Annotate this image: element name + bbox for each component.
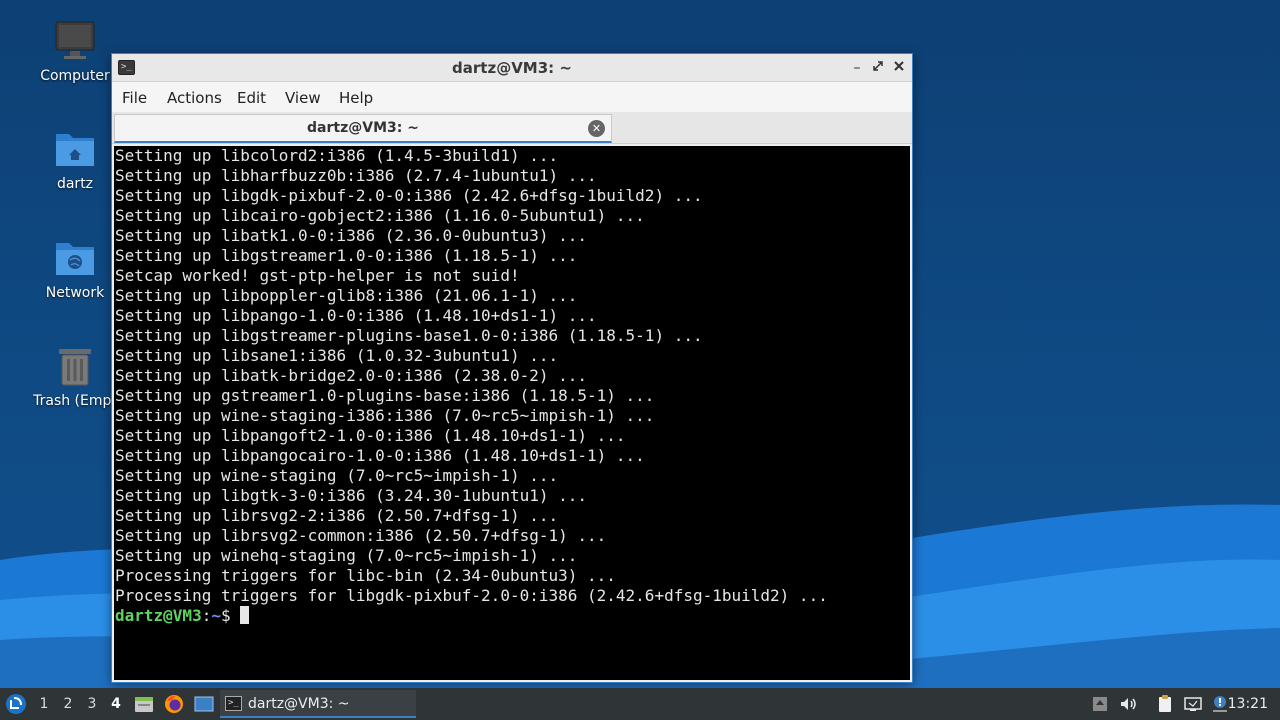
show-desktop-launcher[interactable] [193,693,215,715]
package-update-icon [1093,697,1107,711]
home-folder-icon [53,128,97,172]
terminal-window: >_ dartz@VM3: ~ – File Actions Edit View… [111,53,913,683]
desktop-icon [194,696,214,712]
menu-bar: File Actions Edit View Help [112,82,912,112]
terminal-line: Setting up libgstreamer-plugins-base1.0-… [115,326,703,345]
lubuntu-logo-icon [6,694,26,714]
terminal-line: Setting up libgdk-pixbuf-2.0-0:i386 (2.4… [115,186,703,205]
minimize-button[interactable]: – [847,58,867,78]
terminal-cursor [240,606,250,624]
terminal-line: Setting up libpangoft2-1.0-0:i386 (1.48.… [115,426,626,445]
desktop-icon-home[interactable]: dartz [27,128,123,192]
terminal-line: Setting up libatk1.0-0:i386 (2.36.0-0ubu… [115,226,588,245]
workspace-1[interactable]: 1 [34,696,54,712]
terminal-line: Setting up libatk-bridge2.0-0:i386 (2.38… [115,366,588,385]
terminal-line: Processing triggers for libgdk-pixbuf-2.… [115,586,828,605]
window-titlebar[interactable]: >_ dartz@VM3: ~ – [112,54,912,82]
menu-edit[interactable]: Edit [237,89,266,107]
firefox-launcher[interactable] [163,693,185,715]
network-icon [1184,697,1202,711]
terminal-line: Setting up libcairo-gobject2:i386 (1.16.… [115,206,645,225]
prompt-path: ~ [211,606,221,625]
task-label: dartz@VM3: ~ [248,696,350,712]
terminal-line: Setting up wine-staging (7.0~rc5~impish-… [115,466,559,485]
workspace-4[interactable]: 4 [106,696,126,712]
prompt-separator: : [201,606,212,625]
terminal-icon: >_ [225,696,242,711]
terminal-line: Setting up libpoppler-glib8:i386 (21.06.… [115,286,578,305]
tab-bar: dartz@VM3: ~ ✕ [112,112,912,144]
terminal-prompt[interactable]: dartz@VM3:~$ [115,606,910,626]
tray-clipboard[interactable] [1155,694,1175,714]
computer-icon [53,20,97,64]
terminal-line: Setting up libcolord2:i386 (1.4.5-3build… [115,146,559,165]
terminal-line: Setting up libpango-1.0-0:i386 (1.48.10+… [115,306,597,325]
terminal-line: Setting up libsane1:i386 (1.0.32-3ubuntu… [115,346,559,365]
terminal-line: Setting up libharfbuzz0b:i386 (2.7.4-1ub… [115,166,597,185]
terminal-line: Setting up librsvg2-2:i386 (2.50.7+dfsg-… [115,506,559,525]
desktop-icon-computer[interactable]: Computer [27,20,123,84]
terminal-line: Processing triggers for libc-bin (2.34-0… [115,566,616,585]
close-button[interactable] [889,58,909,78]
terminal-line: Setting up libpangocairo-1.0-0:i386 (1.4… [115,446,645,465]
terminal-line: Setting up libgtk-3-0:i386 (3.24.30-1ubu… [115,486,588,505]
window-title: dartz@VM3: ~ [452,59,572,77]
prompt-symbol: $ [220,606,241,625]
workspace-3[interactable]: 3 [82,696,102,712]
file-manager-launcher[interactable] [133,693,155,715]
terminal-tab[interactable]: dartz@VM3: ~ ✕ [114,114,612,143]
maximize-button[interactable] [868,58,888,78]
tray-volume[interactable] [1118,694,1138,714]
firefox-icon [165,695,183,713]
terminal-line: Setting up wine-staging-i386:i386 (7.0~r… [115,406,655,425]
network-folder-icon [53,237,97,281]
tray-updates[interactable] [1090,694,1110,714]
workspace-2[interactable]: 2 [58,696,78,712]
taskbar: 1 2 3 4 >_ dartz@VM3: ~ 13:21 [0,688,1280,720]
terminal-line: Setcap worked! gst-ptp-helper is not sui… [115,266,520,285]
terminal-line: Setting up libgstreamer1.0-0:i386 (1.18.… [115,246,578,265]
volume-icon [1121,698,1136,710]
desktop-icon-label: Network [45,285,105,301]
trash-icon [53,345,97,389]
file-manager-icon [135,697,153,712]
menu-view[interactable]: View [285,89,321,107]
terminal-line: Setting up gstreamer1.0-plugins-base:i38… [115,386,655,405]
terminal-line: Setting up librsvg2-common:i386 (2.50.7+… [115,526,607,545]
desktop-icon-trash[interactable]: Trash (Empt [27,345,123,409]
tab-title: dartz@VM3: ~ [307,120,419,136]
tab-close-icon[interactable]: ✕ [588,120,605,137]
clipboard-icon [1159,695,1171,712]
desktop-icon-label: Computer [40,68,110,84]
prompt-user-host: dartz@VM3 [115,606,202,625]
terminal-output[interactable]: Setting up libcolord2:i386 (1.4.5-3build… [114,146,910,680]
menu-file[interactable]: File [122,89,147,107]
terminal-line: Setting up winehq-staging (7.0~rc5~impis… [115,546,578,565]
start-menu-button[interactable] [4,692,28,716]
desktop-icon-label: dartz [56,176,94,192]
desktop-icon-network[interactable]: Network [27,237,123,301]
tray-network[interactable] [1183,694,1203,714]
menu-actions[interactable]: Actions [167,89,222,107]
maximize-icon [873,61,883,71]
desktop-icon-label: Trash (Empt [33,393,117,409]
clock[interactable]: 13:21 [1228,696,1268,712]
close-icon [894,61,904,71]
menu-help[interactable]: Help [339,89,373,107]
task-terminal[interactable]: >_ dartz@VM3: ~ [220,690,416,718]
